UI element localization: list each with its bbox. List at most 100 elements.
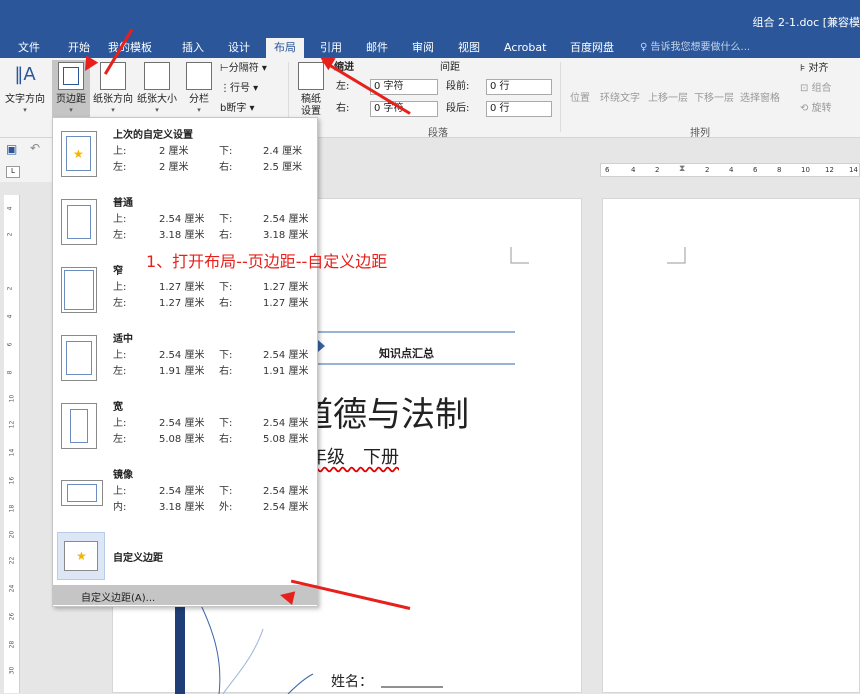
document-title: 道德与法制 [299,395,469,435]
rotate-button[interactable]: ⟲ 旋转 [800,102,832,116]
ruler-tick-label: 14 [849,166,858,174]
normal-margins-icon [61,199,97,245]
preset-name: 普通 [113,198,133,209]
margin-preset-moderate[interactable]: 适中 上: 2.54 厘米 下: 2.54 厘米 左: 1.91 厘米 右: 1.91 厘米 [53,322,317,390]
ruler-tick-label: 6 [605,166,610,174]
paragraph-group-label: 段落 [428,128,448,139]
tab-insert[interactable]: 插入 [182,38,204,58]
label-outside: 外: [219,502,233,513]
chevron-down-icon: ▾ [69,106,73,114]
wrap-text-button[interactable]: 环绕文字 [600,92,640,106]
group-divider [560,62,561,132]
ruler-tick-label: 14 [8,448,16,457]
breaks-label: 分隔符 [228,63,259,74]
label-bottom: 下: [219,146,233,157]
custom-margins-label: 自定义边距 [113,553,163,564]
margin-preset-mirrored[interactable]: 镜像 上: 2.54 厘米 下: 2.54 厘米 内: 3.18 厘米 外: 2.54 厘米 [53,458,317,526]
horizontal-ruler: 6 4 2 2 4 6 8 10 12 14 ⧗ [600,163,860,177]
send-backward-button[interactable]: 下移一层 [694,92,734,106]
value-top: 2.54 厘米 [159,350,205,361]
tab-design[interactable]: 设计 [228,38,250,58]
value-top: 2.54 厘米 [159,418,205,429]
columns-button[interactable]: 分栏 ▾ [180,60,218,114]
position-button[interactable]: 位置 [570,92,590,106]
draft-paper-button[interactable]: 稿纸 设置 [292,60,330,118]
value-right: 1.91 厘米 [263,366,309,377]
ribbon-tabs: 文件 开始 我的模板 插入 设计 布局 引用 邮件 审阅 视图 Acrobat … [0,38,860,58]
ruler-tick-label: 2 [655,166,660,174]
group-button[interactable]: ⊡ 组合 [800,82,832,96]
lightbulb-icon: ♀ [640,42,651,53]
align-button[interactable]: ⊧ 对齐 [800,62,828,76]
annotation-text: 1、打开布局--页边距--自定义边距 [146,252,388,271]
save-icon[interactable]: ▣ [6,142,17,156]
value-right: 2.5 厘米 [263,162,303,173]
margin-preset-normal[interactable]: 普通 上: 2.54 厘米 下: 2.54 厘米 左: 3.18 厘米 右: 3.18 厘米 [53,186,317,254]
ruler-tick-label: 8 [777,166,782,174]
value-right: 1.27 厘米 [263,298,309,309]
line-numbers-label: 行号 [230,83,250,94]
ruler-tick-label: 12 [825,166,834,174]
bring-forward-button[interactable]: 上移一层 [648,92,688,106]
spacing-title: 间距 [440,62,460,73]
tab-view[interactable]: 视图 [458,38,480,58]
size-button[interactable]: 纸张大小 ▾ [137,60,177,114]
preset-name: 窄 [113,266,123,277]
space-before-label: 段前: [446,81,470,92]
page-size-icon [144,62,170,90]
selection-pane-button[interactable]: 选择窗格 [740,92,780,106]
hyphenation-button[interactable]: b断字 ▾ [220,102,255,116]
custom-margins-preset[interactable]: ★ 自定义边距 [53,529,317,585]
tab-baidu-netdisk[interactable]: 百度网盘 [570,38,614,58]
value-right: 5.08 厘米 [263,434,309,445]
tab-mailings[interactable]: 邮件 [366,38,388,58]
undo-icon[interactable]: ↶ [30,141,40,155]
label-left: 左: [113,162,127,173]
document-subtitle: 年级 下册 [309,447,399,468]
wide-margins-icon [61,403,97,449]
ruler-tick-label: 30 [8,666,16,675]
label-left: 左: [113,434,127,445]
orientation-button[interactable]: 纸张方向 ▾ [93,60,133,114]
ruler-tick-label: 10 [8,394,16,403]
tab-file[interactable]: 文件 [18,38,40,58]
value-top: 2.54 厘米 [159,486,205,497]
value-left: 5.08 厘米 [159,434,205,445]
margin-preset-last-custom[interactable]: ★ 上次的自定义设置 上: 2 厘米 下: 2.4 厘米 左: 2 厘米 右: 2.5 厘米 [53,118,317,186]
tab-layout[interactable]: 布局 [266,38,304,58]
tell-me-search[interactable]: ♀ 告诉我您想要做什么... [640,38,750,58]
label-right: 右: [219,434,233,445]
name-label: 姓名： [331,674,373,690]
quick-access-toolbar: ▣ ↶ L [0,138,52,182]
label-top: 上: [113,418,127,429]
value-bottom: 1.27 厘米 [263,282,309,293]
tab-stop-selector[interactable]: L [6,166,20,178]
draft-paper-icon [298,62,324,90]
label-right: 右: [219,298,233,309]
space-after-input[interactable]: 0 行 [486,101,552,117]
space-before-input[interactable]: 0 行 [486,79,552,95]
rotate-label: 旋转 [811,103,832,114]
chevron-down-icon: ▾ [111,106,115,114]
margin-preset-wide[interactable]: 宽 上: 2.54 厘米 下: 2.54 厘米 左: 5.08 厘米 右: 5.08 厘米 [53,390,317,458]
value-bottom: 2.54 厘米 [263,350,309,361]
value-inside: 3.18 厘米 [159,502,205,513]
columns-icon [186,62,212,90]
text-direction-button[interactable]: ‖A 文字方向 ▾ [5,60,45,114]
document-page[interactable] [602,198,860,693]
custom-margins-button[interactable]: 自定义边距(A)... [53,585,317,605]
indent-left-input[interactable]: 0 字符 [370,79,438,95]
rotate-icon: ⟲ [800,103,812,114]
breaks-icon: ⊢ [220,63,229,74]
space-after-label: 段后: [446,103,470,114]
tab-review[interactable]: 审阅 [412,38,434,58]
text-direction-label: 文字方向 [5,94,45,105]
breaks-button[interactable]: ⊢分隔符 ▾ [220,62,267,76]
value-top: 1.27 厘米 [159,282,205,293]
ruler-tick-label: 2 [705,166,710,174]
tab-acrobat[interactable]: Acrobat [504,38,546,58]
ruler-tick-label: 6 [6,342,14,347]
indent-marker-icon[interactable]: ⧗ [679,164,685,174]
line-numbers-button[interactable]: ⋮行号 ▾ [220,82,258,96]
label-right: 右: [219,366,233,377]
